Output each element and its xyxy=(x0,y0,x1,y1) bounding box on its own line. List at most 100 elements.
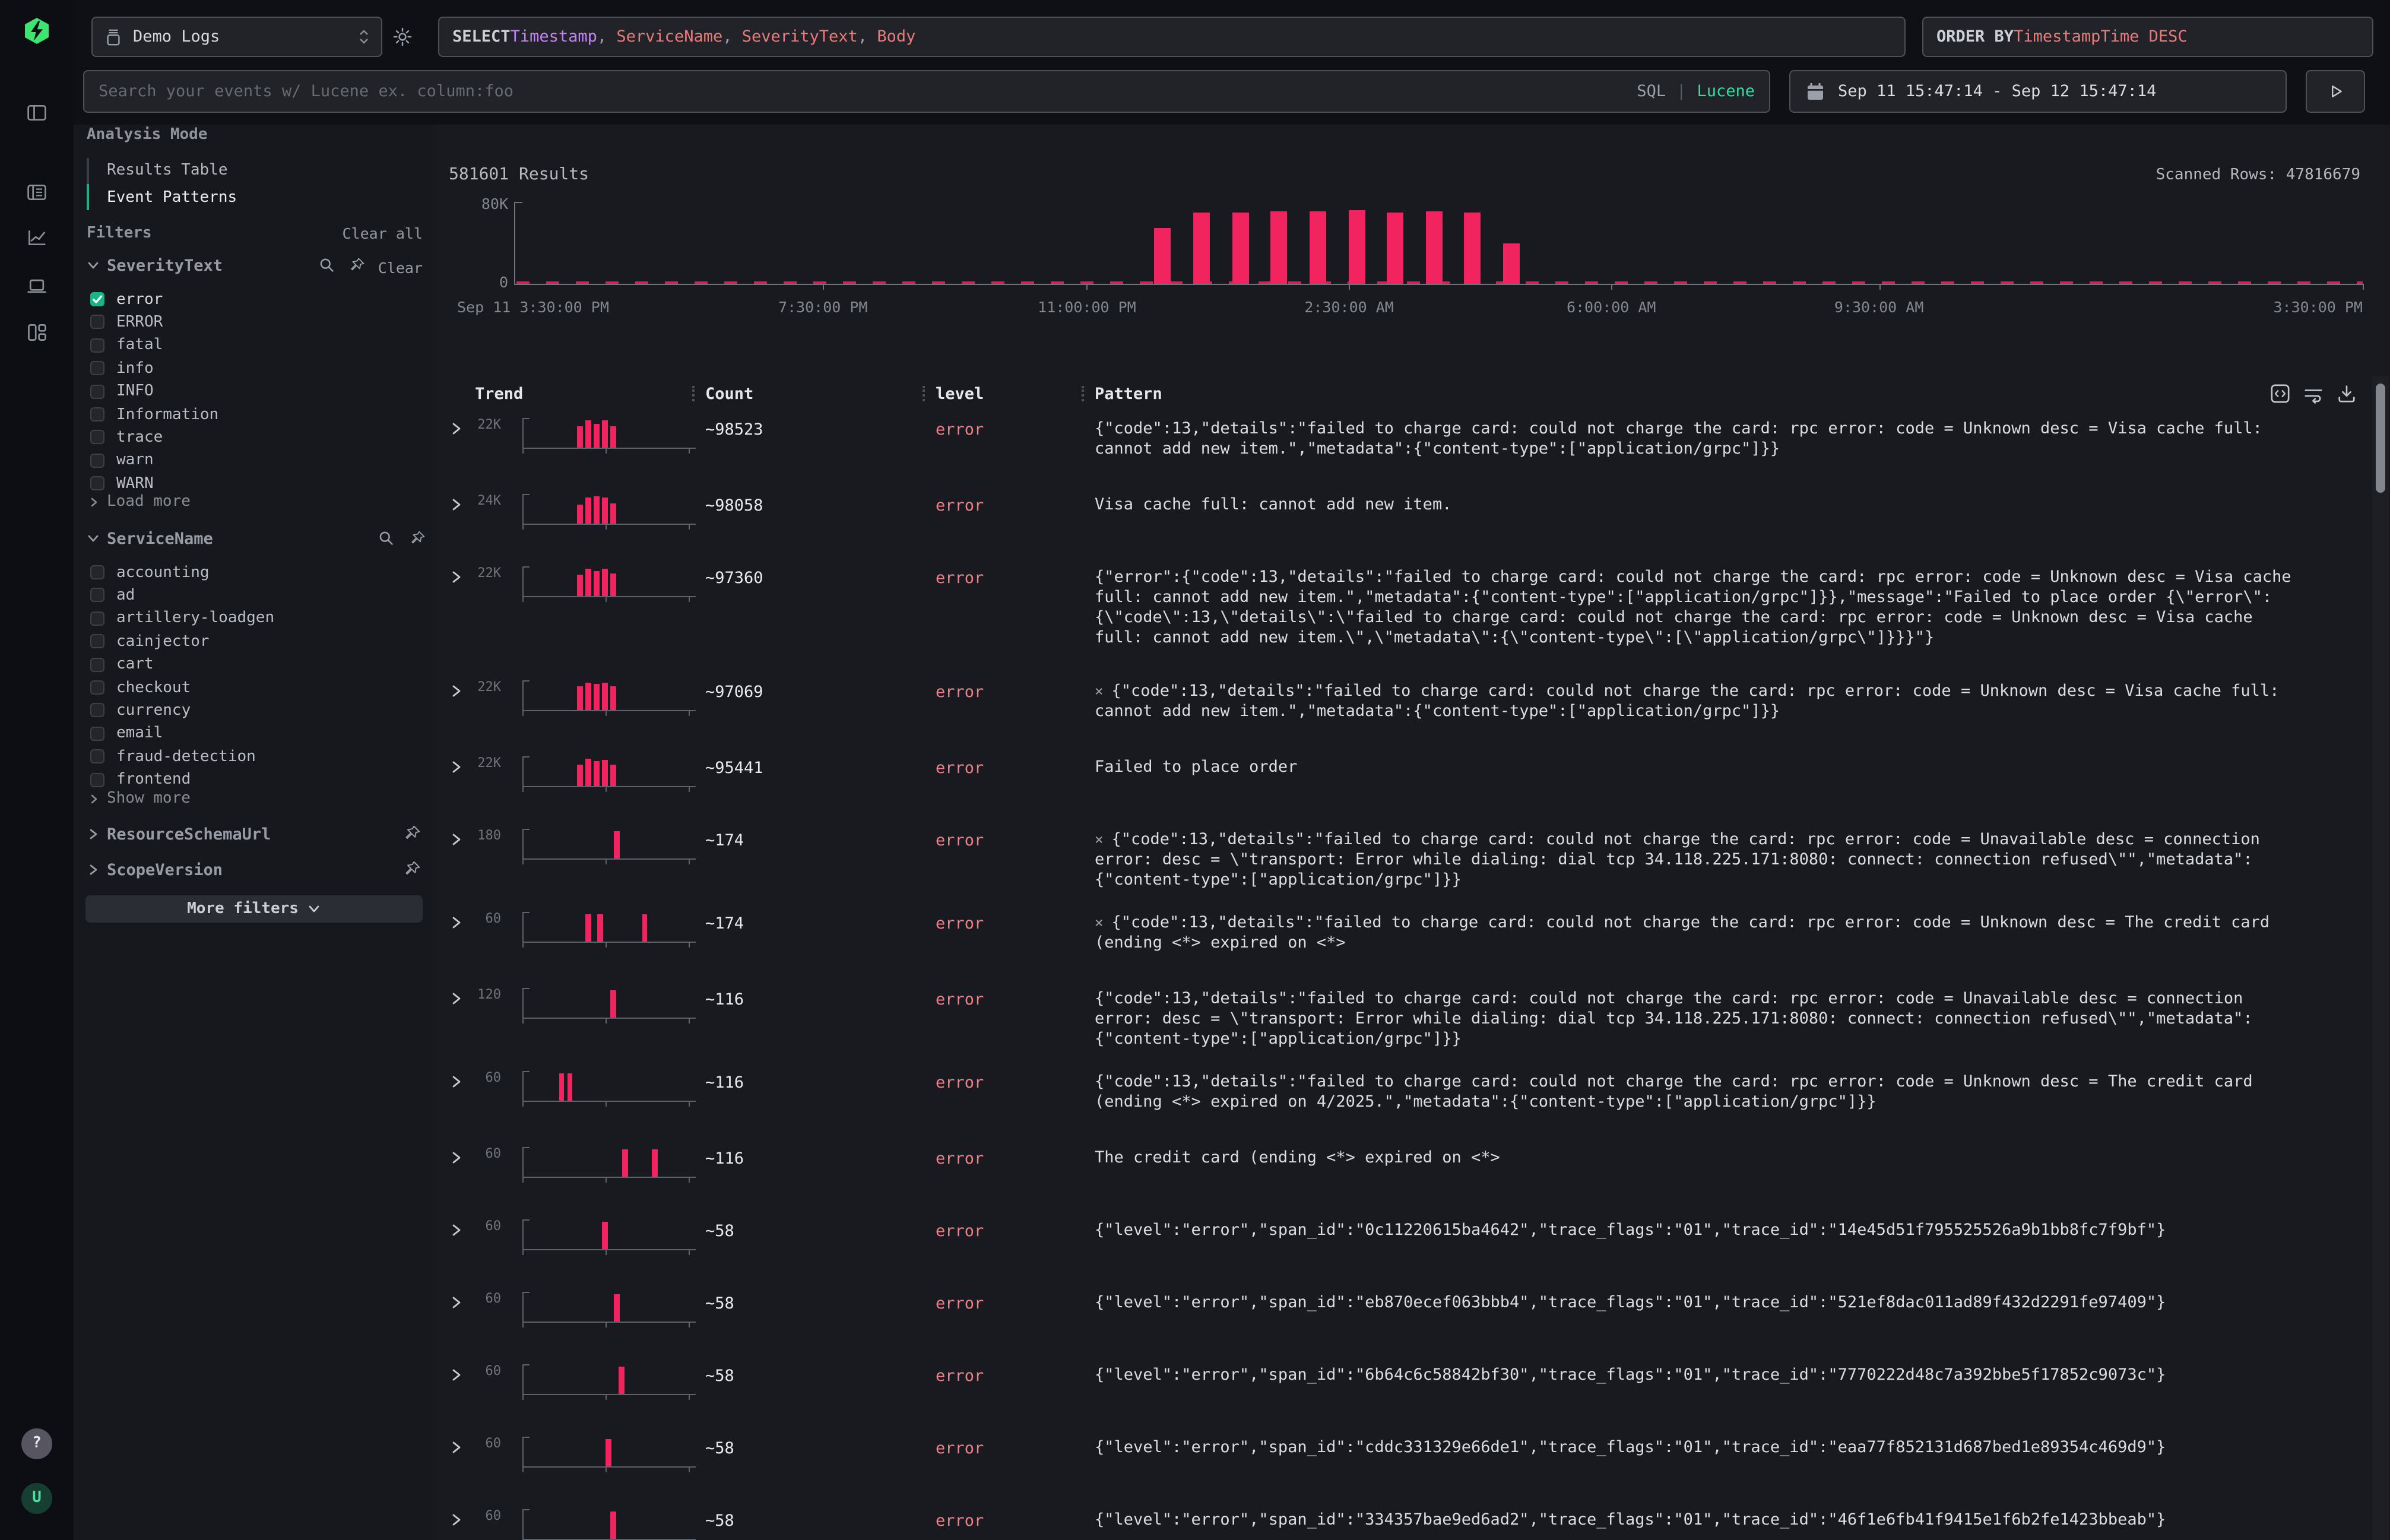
clear-all-filters[interactable]: Clear all xyxy=(328,224,423,242)
checkbox-checked[interactable] xyxy=(90,292,104,306)
pattern-row[interactable]: 60~58error{"level":"error","span_id":"eb… xyxy=(435,1285,2390,1357)
checkbox-unchecked[interactable] xyxy=(90,384,104,398)
severity-option-info[interactable]: info xyxy=(90,356,411,380)
severity-load-more[interactable]: Load more xyxy=(88,493,191,511)
filter-group-resourceschemaurl[interactable]: ResourceSchemaUrl xyxy=(107,825,271,844)
help-button[interactable]: ? xyxy=(21,1428,52,1459)
service-show-more[interactable]: Show more xyxy=(88,790,191,807)
select-query-input[interactable]: SELECT Timestamp, ServiceName, SeverityT… xyxy=(438,17,1906,57)
pattern-row[interactable]: 60~58error{"level":"error","span_id":"0c… xyxy=(435,1212,2390,1285)
service-search-icon[interactable] xyxy=(378,530,394,546)
checkbox-unchecked[interactable] xyxy=(90,565,104,579)
pattern-row[interactable]: 60~116errorThe credit card (ending <*> e… xyxy=(435,1140,2390,1212)
pattern-row[interactable]: 22K~98523error{"code":13,"details":"fail… xyxy=(435,411,2390,487)
source-settings-gear-icon[interactable] xyxy=(392,26,413,47)
checkbox-unchecked[interactable] xyxy=(90,657,104,671)
order-by-input[interactable]: ORDER BY TimestampTime DESC xyxy=(1922,17,2373,57)
table-scrollbar-track[interactable] xyxy=(2372,376,2389,1540)
pattern-row[interactable]: 22K~97360error{"error":{"code":13,"detai… xyxy=(435,559,2390,673)
service-option-fraud-detection[interactable]: fraud-detection xyxy=(90,744,411,768)
column-resize-handle[interactable] xyxy=(692,386,695,401)
service-option-cart[interactable]: cart xyxy=(90,652,411,676)
pattern-row[interactable]: 60~174error×{"code":13,"details":"failed… xyxy=(435,905,2390,981)
table-scrollbar-thumb[interactable] xyxy=(2376,384,2385,493)
checkbox-unchecked[interactable] xyxy=(90,588,104,603)
time-range-picker[interactable]: Sep 11 15:47:14 - Sep 12 15:47:14 xyxy=(1789,70,2287,113)
service-option-cainjector[interactable]: cainjector xyxy=(90,629,411,653)
column-resize-handle[interactable] xyxy=(1082,386,1084,401)
service-pin-icon[interactable] xyxy=(410,530,426,546)
mode-event-patterns[interactable]: Event Patterns xyxy=(107,189,237,207)
service-option-ad[interactable]: ad xyxy=(90,584,411,607)
search-input[interactable]: Search your events w/ Lucene ex. column:… xyxy=(83,70,1770,113)
service-option-artillery-loadgen[interactable]: artillery-loadgen xyxy=(90,607,411,630)
pattern-row[interactable]: 22K~95441errorFailed to place order xyxy=(435,749,2390,822)
checkbox-unchecked[interactable] xyxy=(90,361,104,375)
checkbox-unchecked[interactable] xyxy=(90,727,104,741)
mode-results-table[interactable]: Results Table xyxy=(107,161,228,179)
checkbox-unchecked[interactable] xyxy=(90,476,104,490)
view-source-icon[interactable] xyxy=(2270,384,2290,404)
chevron-right-icon[interactable] xyxy=(87,828,100,841)
sessions-icon[interactable] xyxy=(26,275,47,297)
checkbox-unchecked[interactable] xyxy=(90,454,104,468)
pattern-row[interactable]: 60~58error{"level":"error","span_id":"33… xyxy=(435,1502,2390,1540)
severity-option-WARN[interactable]: WARN xyxy=(90,471,411,495)
severity-pin-icon[interactable] xyxy=(349,256,366,273)
checkbox-unchecked[interactable] xyxy=(90,315,104,329)
service-option-currency[interactable]: currency xyxy=(90,699,411,723)
run-query-button[interactable] xyxy=(2306,70,2365,113)
pattern-row[interactable]: 60~116error{"code":13,"details":"failed … xyxy=(435,1064,2390,1140)
search-logs-icon[interactable] xyxy=(26,182,47,203)
pattern-row[interactable]: 120~116error{"code":13,"details":"failed… xyxy=(435,981,2390,1064)
filter-group-servicename[interactable]: ServiceName xyxy=(107,530,213,549)
scopeversion-pin-icon[interactable] xyxy=(404,860,421,877)
service-option-accounting[interactable]: accounting xyxy=(90,560,411,584)
dashboards-icon[interactable] xyxy=(26,322,47,343)
exclude-x-icon[interactable]: × xyxy=(1095,683,1103,699)
severity-clear[interactable]: Clear xyxy=(373,259,423,277)
checkbox-unchecked[interactable] xyxy=(90,772,104,787)
severity-option-ERROR[interactable]: ERROR xyxy=(90,310,411,334)
checkbox-unchecked[interactable] xyxy=(90,704,104,718)
filter-group-severitytext[interactable]: SeverityText xyxy=(107,256,223,275)
checkbox-unchecked[interactable] xyxy=(90,749,104,763)
pattern-row[interactable]: 60~58error{"level":"error","span_id":"cd… xyxy=(435,1430,2390,1502)
severity-option-Information[interactable]: Information xyxy=(90,403,411,426)
severity-option-error[interactable]: error xyxy=(90,287,411,311)
filter-group-scopeversion[interactable]: ScopeVersion xyxy=(107,861,223,880)
hyperdx-logo-icon[interactable] xyxy=(23,17,51,45)
wrap-lines-icon[interactable] xyxy=(2303,385,2324,405)
sidebar-toggle-icon[interactable] xyxy=(26,102,47,123)
user-avatar[interactable]: U xyxy=(21,1483,52,1514)
severity-option-INFO[interactable]: INFO xyxy=(90,379,411,403)
chevron-down-icon[interactable] xyxy=(87,532,100,545)
pattern-row[interactable]: 180~174error×{"code":13,"details":"faile… xyxy=(435,822,2390,905)
chart-explorer-icon[interactable] xyxy=(26,227,47,248)
checkbox-unchecked[interactable] xyxy=(90,680,104,695)
pattern-row[interactable]: 60~58error{"level":"error","span_id":"6b… xyxy=(435,1357,2390,1430)
more-filters-button[interactable]: More filters xyxy=(85,895,423,923)
mode-sql[interactable]: SQL xyxy=(1637,82,1666,101)
checkbox-unchecked[interactable] xyxy=(90,611,104,626)
service-option-email[interactable]: email xyxy=(90,722,411,746)
exclude-x-icon[interactable]: × xyxy=(1095,831,1103,848)
exclude-x-icon[interactable]: × xyxy=(1095,914,1103,931)
service-option-checkout[interactable]: checkout xyxy=(90,676,411,699)
checkbox-unchecked[interactable] xyxy=(90,430,104,445)
resourceschemaurl-pin-icon[interactable] xyxy=(404,824,421,842)
checkbox-unchecked[interactable] xyxy=(90,338,104,353)
severity-option-warn[interactable]: warn xyxy=(90,449,411,473)
checkbox-unchecked[interactable] xyxy=(90,407,104,422)
severity-search-icon[interactable] xyxy=(318,256,335,273)
severity-option-trace[interactable]: trace xyxy=(90,426,411,449)
column-resize-handle[interactable] xyxy=(923,386,925,401)
pattern-row[interactable]: 24K~98058errorVisa cache full: cannot ad… xyxy=(435,487,2390,559)
download-icon[interactable] xyxy=(2337,384,2357,404)
service-option-frontend[interactable]: frontend xyxy=(90,768,411,791)
pattern-row[interactable]: 22K~97069error×{"code":13,"details":"fai… xyxy=(435,673,2390,749)
checkbox-unchecked[interactable] xyxy=(90,634,104,648)
severity-option-fatal[interactable]: fatal xyxy=(90,334,411,357)
mode-lucene[interactable]: Lucene xyxy=(1697,82,1755,101)
chevron-down-icon[interactable] xyxy=(87,259,100,272)
